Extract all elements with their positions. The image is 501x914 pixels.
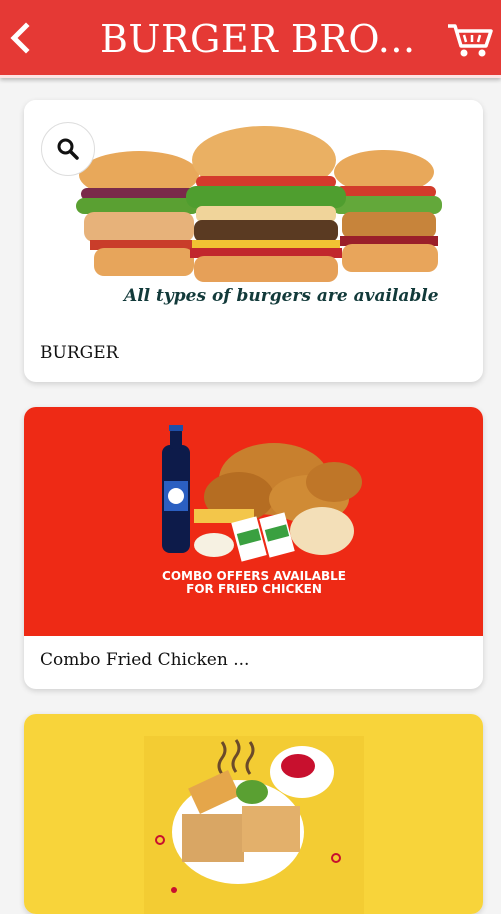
burger-tagline: All types of burgers are available [124, 286, 439, 306]
combo-promo-text: COMBO OFFERS AVAILABLE FOR FRIED CHICKEN [124, 570, 384, 596]
category-label-combo: Combo Fried Chicken ... [40, 650, 250, 670]
category-card-sandwich[interactable] [24, 714, 483, 914]
back-arrow-icon[interactable] [4, 18, 38, 58]
cart-icon[interactable] [446, 20, 494, 60]
burger-image: All types of burgers are available [24, 100, 483, 325]
app-bar: BURGER BRO... [0, 0, 501, 78]
search-icon[interactable] [41, 122, 95, 176]
category-card-combo-fried-chicken[interactable]: COMBO OFFERS AVAILABLE FOR FRIED CHICKEN… [24, 407, 483, 689]
page-title: BURGER BRO... [100, 17, 416, 61]
category-card-burger[interactable]: All types of burgers are available BURGE… [24, 100, 483, 382]
sandwich-image [24, 714, 483, 914]
sandwich-illustration [144, 736, 364, 914]
combo-promo-line-2: FOR FRIED CHICKEN [186, 582, 322, 596]
combo-illustration [162, 425, 362, 562]
combo-chicken-image: COMBO OFFERS AVAILABLE FOR FRIED CHICKEN [24, 407, 483, 636]
category-label-burger: BURGER [40, 343, 119, 363]
